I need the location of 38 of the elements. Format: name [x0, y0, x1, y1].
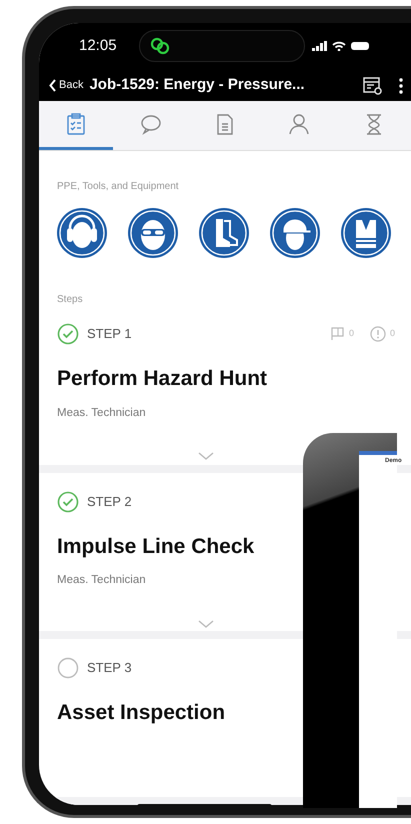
wifi-icon [332, 41, 346, 52]
expand-button[interactable] [198, 620, 214, 629]
step-role: Meas. Technician [57, 573, 147, 588]
section-label: Steps [57, 293, 84, 308]
step-role: Meas. Technician [57, 406, 147, 421]
section-label: PPE, Tools, and Equipment [57, 180, 180, 194]
issue-count: 0 [390, 327, 395, 340]
safety-vest-icon [341, 208, 391, 258]
boots-icon [199, 208, 249, 258]
info-icon [370, 326, 386, 342]
battery-icon [351, 41, 371, 52]
expand-button[interactable] [198, 452, 214, 461]
person-icon [288, 112, 310, 136]
back-button[interactable]: Back [49, 77, 84, 94]
chevron-down-icon [198, 620, 214, 629]
job-title: Job-1529: Energy - Pressure... [89, 75, 305, 96]
flag-icon [330, 327, 345, 342]
goggles-icon [128, 208, 178, 258]
speech-bubble-icon [140, 112, 162, 136]
document-search-icon [363, 76, 383, 96]
more-icon [399, 78, 403, 94]
step-title: Asset Inspection [57, 700, 226, 726]
chevron-down-icon [198, 452, 214, 461]
step-number: STEP 2 [87, 493, 132, 512]
hard-hat-icon [270, 208, 320, 258]
step-title: Perform Hazard Hunt [57, 366, 268, 392]
step-number: STEP 3 [87, 659, 132, 678]
clipboard-icon [65, 112, 88, 136]
status-time: 12:05 [79, 36, 117, 56]
ear-protection-icon [57, 208, 107, 258]
signal-icon [312, 41, 328, 52]
step-number: STEP 1 [87, 325, 132, 344]
chevron-left-icon [49, 79, 57, 92]
flag-count: 0 [348, 327, 354, 340]
more-menu-button[interactable] [399, 78, 403, 94]
search-document-button[interactable] [363, 76, 383, 96]
link-icon [150, 37, 170, 56]
step-title: Impulse Line Check [57, 534, 256, 560]
